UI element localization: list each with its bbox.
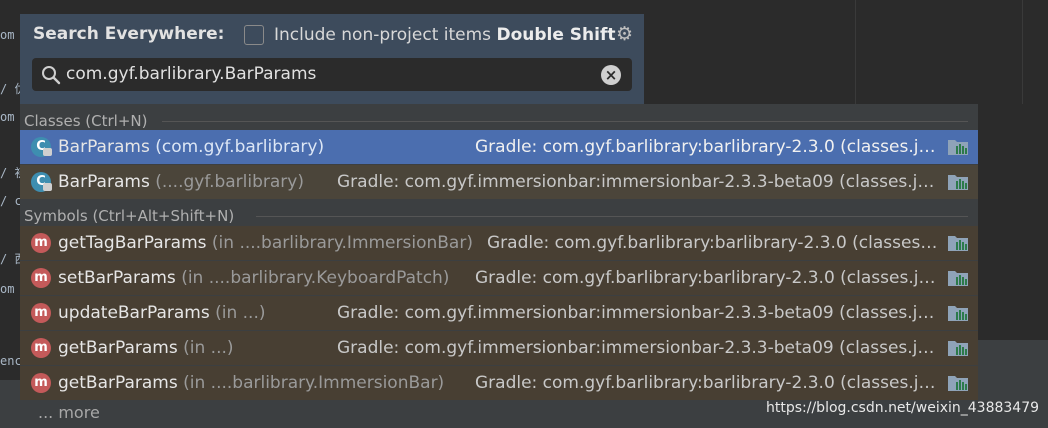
search-query[interactable]: com.gyf.barlibrary.BarParams — [66, 64, 316, 84]
result-location: Gradle: com.gyf.immersionbar:immersionba… — [337, 172, 939, 192]
search-icon — [42, 66, 61, 85]
editor-divider — [855, 0, 856, 104]
editor-fragment: / 初 — [0, 166, 20, 180]
result-row-class[interactable]: C BarParams (....gyf.barlibrary) Gradle:… — [20, 165, 978, 199]
result-row-symbol[interactable]: m updateBarParams (in ...) Gradle: com.g… — [20, 296, 978, 330]
search-everywhere-header: Search Everywhere: Include non-project i… — [20, 14, 644, 104]
result-location: Gradle: com.gyf.immersionbar:immersionba… — [337, 303, 939, 323]
watermark-text: https://blog.csdn.net/weixin_43883479 — [766, 400, 1040, 416]
lock-icon — [43, 183, 52, 191]
result-location: Gradle: com.gyf.barlibrary:barlibrary-2.… — [487, 233, 939, 253]
include-non-project-checkbox[interactable] — [244, 25, 264, 45]
result-location: Gradle: com.gyf.barlibrary:barlibrary-2.… — [475, 137, 939, 157]
result-location: Gradle: com.gyf.immersionbar:immersionba… — [337, 338, 939, 358]
library-jar-icon — [948, 376, 968, 391]
clear-icon[interactable]: × — [601, 65, 621, 85]
library-jar-icon — [948, 271, 968, 286]
method-icon: m — [31, 303, 51, 323]
editor-fragment: / c — [0, 194, 20, 208]
result-location: Gradle: com.gyf.barlibrary:barlibrary-2.… — [475, 268, 939, 288]
result-location: Gradle: com.gyf.barlibrary:barlibrary-2.… — [475, 373, 939, 393]
editor-fragment: om — [0, 28, 15, 42]
gear-icon[interactable]: ⚙ — [616, 24, 636, 44]
editor-gutter-text: om / 优 om / 初 / c / 西 om enc — [0, 0, 20, 428]
method-icon: m — [31, 233, 51, 253]
result-row-symbol[interactable]: m setBarParams (in ....barlibrary.Keyboa… — [20, 261, 978, 295]
more-results-link[interactable]: ... more — [38, 403, 100, 422]
result-row-symbol[interactable]: m getTagBarParams (in ....barlibrary.Imm… — [20, 226, 978, 260]
editor-fragment: / 优 — [0, 82, 20, 96]
ide-window: om / 优 om / 初 / c / 西 om enc Search Ever… — [0, 0, 1048, 428]
library-jar-icon — [948, 175, 968, 190]
editor-fragment: enc — [0, 354, 20, 368]
class-icon: C — [31, 172, 52, 192]
include-non-project-label[interactable]: Include non-project items Double Shift — [274, 25, 616, 45]
search-results-list: Classes (Ctrl+N) C BarParams (com.gyf.ba… — [20, 104, 978, 428]
shortcut-hint: Double Shift — [496, 25, 616, 45]
library-jar-icon — [948, 341, 968, 356]
result-row-class[interactable]: C BarParams (com.gyf.barlibrary) Gradle:… — [20, 130, 978, 164]
result-row-symbol[interactable]: m getBarParams (in ....barlibrary.Immers… — [20, 366, 978, 400]
result-row-symbol[interactable]: m getBarParams (in ...) Gradle: com.gyf.… — [20, 331, 978, 365]
editor-divider — [1022, 0, 1023, 104]
editor-fragment: om — [0, 110, 15, 124]
popup-title: Search Everywhere: — [33, 24, 225, 44]
method-icon: m — [31, 268, 51, 288]
method-icon: m — [31, 373, 51, 393]
library-jar-icon — [948, 140, 968, 155]
library-jar-icon — [948, 236, 968, 251]
method-icon: m — [31, 338, 51, 358]
search-input[interactable]: com.gyf.barlibrary.BarParams × — [32, 58, 632, 91]
editor-fragment: / 西 — [0, 252, 20, 266]
lock-icon — [43, 148, 52, 156]
class-icon: C — [31, 137, 52, 157]
editor-fragment: om — [0, 282, 15, 296]
library-jar-icon — [948, 306, 968, 321]
